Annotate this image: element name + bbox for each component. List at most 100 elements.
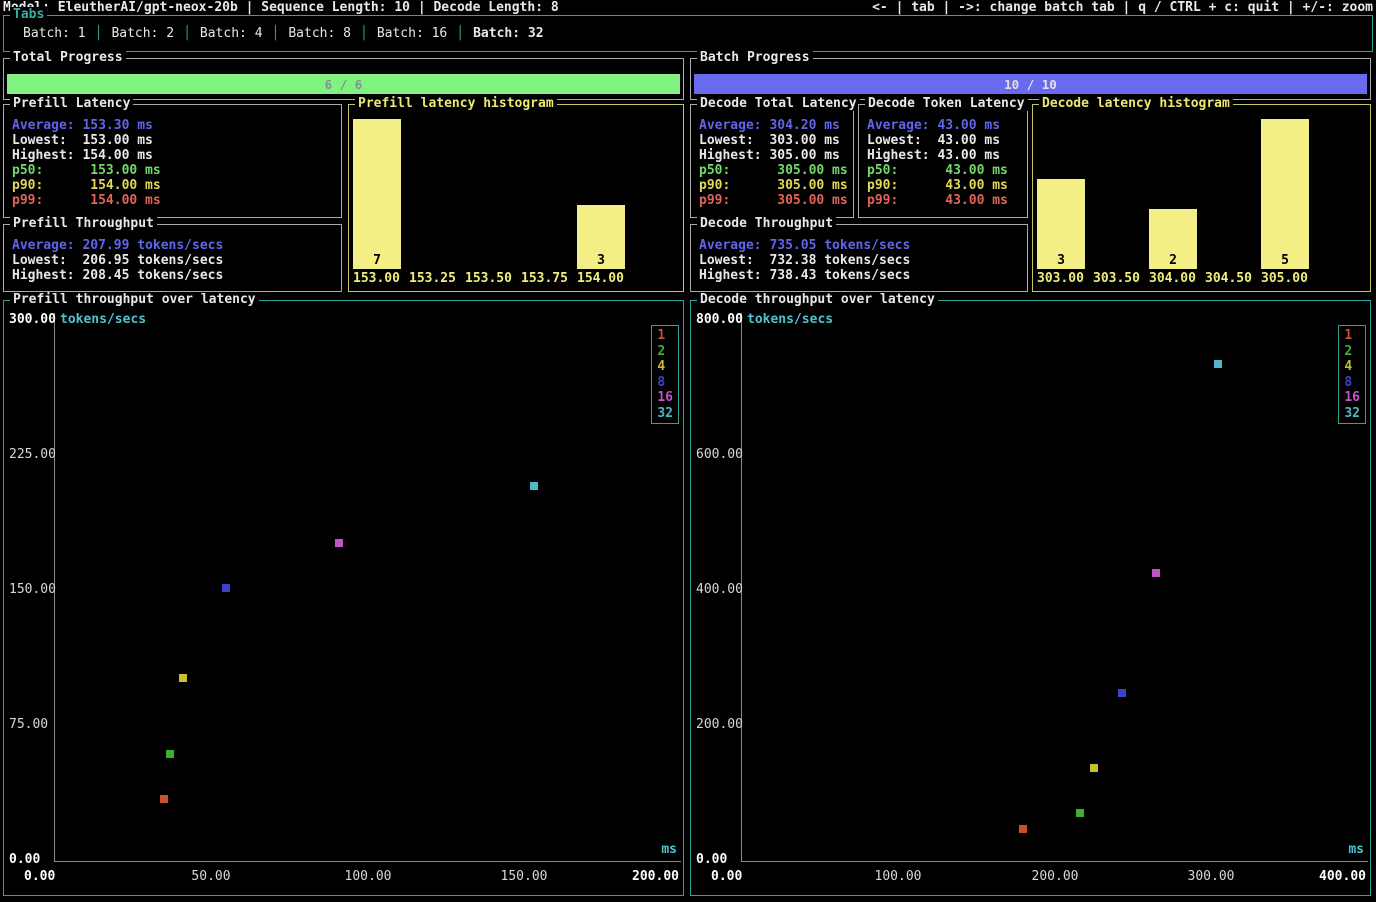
stat-value: 43.00 ms [945,178,1008,193]
batch-progress-fill: 10 / 10 [694,74,1367,94]
stat-label: p99: [699,193,777,208]
histogram-bar-count: 2 [1149,253,1197,268]
histogram-x-label: 303.00 [1037,271,1084,286]
scatter-point-batch-8 [222,584,230,592]
model-info: Model: EleutherAI/gpt-neox-20b | Sequenc… [3,0,559,15]
y-tick-label: 0.00 [696,852,727,867]
stat-label: Highest: [699,268,769,283]
tab-batch-2[interactable]: Batch: 2 [102,26,183,41]
stat-row: p99:305.00 ms [699,193,849,208]
prefill-scatter-title: Prefill throughput over latency [10,292,259,307]
histogram-x-label: 153.25 [409,271,456,286]
y-tick-label: 400.00 [696,582,743,597]
legend-entry-batch-2: 2 [657,344,673,360]
stat-row: Lowest:732.38 tokens/secs [699,253,1023,268]
y-tick-label: 200.00 [696,717,743,732]
prefill-latency-stats: Average:153.30 msLowest:153.00 msHighest… [12,118,337,208]
stat-value: 154.00 ms [90,193,160,208]
tab-divider: │ [95,26,103,41]
histogram-x-label: 304.00 [1149,271,1196,286]
x-tick-label: 50.00 [191,869,230,884]
scatter-point-batch-2 [166,750,174,758]
decode-token-latency-panel: Decode Token Latency Average:43.00 msLow… [858,104,1028,218]
x-tick-label: 0.00 [24,869,55,884]
scatter-point-batch-2 [1076,809,1084,817]
legend-entry-batch-4: 4 [1344,359,1360,375]
stat-label: p90: [699,178,777,193]
stat-label: Lowest: [867,133,937,148]
stat-value: 43.00 ms [937,148,1000,163]
tabs-box-title: Tabs [10,7,47,22]
tab-batch-16[interactable]: Batch: 16 [368,26,456,41]
stat-value: 43.00 ms [937,118,1000,133]
stat-row: p50:153.00 ms [12,163,337,178]
x-axis-line [741,861,1368,862]
stat-value: 305.00 ms [777,193,847,208]
stat-row: Highest:738.43 tokens/secs [699,268,1023,283]
stat-label: Lowest: [12,253,82,268]
stat-value: 153.00 ms [82,133,152,148]
terminal-screen: Model: EleutherAI/gpt-neox-20b | Sequenc… [0,0,1376,902]
stat-value: 154.00 ms [82,148,152,163]
total-progress-fill: 6 / 6 [7,74,680,94]
tab-batch-4[interactable]: Batch: 4 [191,26,272,41]
histogram-x-label: 303.50 [1093,271,1140,286]
scatter-point-batch-32 [1214,360,1222,368]
histogram-bar-count: 3 [577,253,625,268]
x-unit-label: ms [1348,842,1364,857]
stat-row: p90:305.00 ms [699,178,849,193]
tab-divider: │ [272,26,280,41]
stat-value: 732.38 tokens/secs [769,253,910,268]
stat-row: Lowest:206.95 tokens/secs [12,253,337,268]
stat-value: 43.00 ms [945,163,1008,178]
stat-label: Average: [867,118,937,133]
stat-row: Average:43.00 ms [867,118,1023,133]
decode-throughput-panel: Decode Throughput Average:735.05 tokens/… [690,224,1028,292]
decode-latency-histogram: Decode latency histogram 3303.00303.5023… [1032,104,1371,292]
prefill-histogram-title: Prefill latency histogram [355,96,557,111]
stat-label: p50: [867,163,945,178]
stat-row: Average:304.20 ms [699,118,849,133]
batch-tabs: Batch: 1│Batch: 2│Batch: 4│Batch: 8│Batc… [14,26,1364,41]
x-unit-label: ms [661,842,677,857]
histogram-bar-count: 3 [1037,253,1085,268]
histogram-bar [353,119,401,269]
stat-row: p50:305.00 ms [699,163,849,178]
stat-label: Lowest: [699,253,769,268]
stat-label: Lowest: [699,133,769,148]
prefill-scatter-plot: Prefill throughput over latency 300.0022… [3,300,684,896]
batch-progress-bar: 10 / 10 [694,74,1367,94]
scatter-point-batch-1 [1019,825,1027,833]
y-tick-label: 600.00 [696,447,743,462]
stat-value: 305.00 ms [777,163,847,178]
scatter-point-batch-1 [160,795,168,803]
stat-label: Average: [12,118,82,133]
legend-entry-batch-1: 1 [1344,328,1360,344]
legend-entry-batch-32: 32 [1344,406,1360,422]
prefill-latency-panel: Prefill Latency Average:153.30 msLowest:… [3,104,342,218]
stat-value: 305.00 ms [777,178,847,193]
legend-entry-batch-16: 16 [657,390,673,406]
prefill-throughput-title: Prefill Throughput [10,216,157,231]
tab-batch-32[interactable]: Batch: 32 [464,26,552,41]
stat-row: Highest:305.00 ms [699,148,849,163]
tab-batch-8[interactable]: Batch: 8 [279,26,360,41]
stat-value: 206.95 tokens/secs [82,253,223,268]
x-axis-line [54,861,681,862]
decode-token-latency-stats: Average:43.00 msLowest:43.00 msHighest:4… [867,118,1023,208]
prefill-latency-histogram: Prefill latency histogram 7153.00153.251… [348,104,684,292]
tabs-box: Tabs Batch: 1│Batch: 2│Batch: 4│Batch: 8… [3,15,1373,52]
tab-batch-1[interactable]: Batch: 1 [14,26,95,41]
total-progress-value: 6 / 6 [325,77,363,92]
stat-row: p90:43.00 ms [867,178,1023,193]
y-unit-label: tokens/secs [747,312,833,327]
batch-progress-value: 10 / 10 [1004,77,1057,92]
x-tick-label: 300.00 [1188,869,1235,884]
histogram-x-label: 153.50 [465,271,512,286]
prefill-latency-title: Prefill Latency [10,96,133,111]
decode-scatter-title: Decode throughput over latency [697,292,938,307]
scatter-point-batch-8 [1118,689,1126,697]
stat-label: Highest: [12,148,82,163]
legend-entry-batch-32: 32 [657,406,673,422]
tab-divider: │ [360,26,368,41]
